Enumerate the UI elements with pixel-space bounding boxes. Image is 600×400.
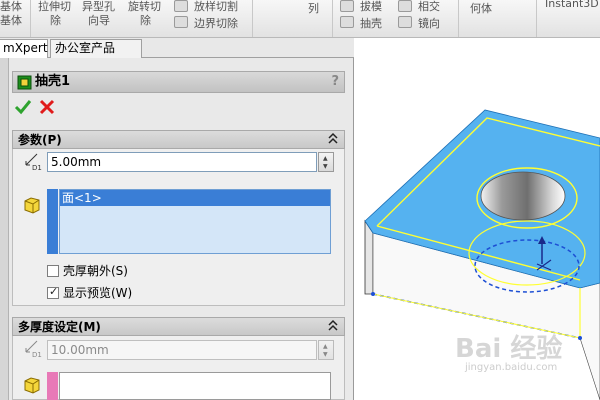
svg-text:D1: D1: [32, 351, 42, 358]
ribbon-toolbar: 基体 基体 拉伸切 除 异型孔 向导 旋转切 除 放样切割 边界切除 列 拔模 …: [0, 0, 600, 38]
parameters-group-body: D1 5.00mm ▲ ▼ 面<1> 壳厚朝外(S) ✓ 显示预览(W): [12, 149, 345, 306]
tab-office-products[interactable]: 办公室产品: [50, 39, 142, 58]
boundary-cut-icon: [174, 16, 188, 28]
draft-icon: [340, 0, 354, 12]
ribbon-instant3d[interactable]: Instant3D: [545, 0, 599, 10]
ribbon-extrude-cut[interactable]: 拉伸切: [38, 0, 71, 13]
ribbon-geometry[interactable]: 何体: [470, 2, 492, 15]
ribbon-extrude-cut-line2[interactable]: 除: [50, 14, 61, 27]
intersect-icon: [398, 0, 412, 12]
shell-outward-label: 壳厚朝外(S): [63, 264, 128, 278]
ribbon-intersect[interactable]: 相交: [418, 0, 440, 13]
multi-thickness-color-bar: [47, 372, 58, 400]
ribbon-hole-wizard[interactable]: 异型孔: [82, 0, 115, 13]
manager-tabs: mXpert 办公室产品: [0, 38, 354, 58]
ribbon-base-2[interactable]: 基体: [0, 14, 22, 27]
hole-cylinder-face: [480, 171, 566, 221]
feature-title: 抽壳1: [35, 74, 71, 89]
ribbon-separator: [30, 0, 31, 37]
ribbon-base[interactable]: 基体: [0, 0, 22, 13]
ribbon-mirror[interactable]: 镜向: [418, 17, 440, 30]
multi-thickness-faces-icon: [24, 377, 40, 394]
ribbon-shell[interactable]: 抽壳: [360, 17, 382, 30]
parameters-group-title: 参数(P): [18, 133, 62, 147]
shell-outward-checkbox[interactable]: [47, 265, 59, 277]
ribbon-revolve-cut-line2[interactable]: 除: [140, 14, 151, 27]
selection-color-bar: [47, 189, 58, 254]
ribbon-loft-cut[interactable]: 放样切割: [194, 0, 238, 13]
svg-text:D1: D1: [32, 164, 42, 171]
ribbon-draft[interactable]: 拔模: [360, 0, 382, 13]
vertex-point: [578, 336, 582, 340]
show-preview-label: 显示预览(W): [63, 286, 133, 300]
parameters-group-header[interactable]: 参数(P): [12, 130, 345, 149]
property-manager: 抽壳1 ? 参数(P) D1 5.00mm ▲ ▼ 面<1> 壳厚朝外(S) ✓…: [0, 58, 354, 400]
multi-thickness-group-body: D1 10.00mm ▲ ▼: [12, 336, 345, 400]
multi-thickness-dimension-icon: D1: [25, 340, 42, 358]
multi-thickness-input[interactable]: 10.00mm: [47, 340, 317, 360]
thickness-input[interactable]: 5.00mm: [47, 152, 317, 172]
tab-camxpert[interactable]: mXpert: [0, 39, 48, 58]
help-icon[interactable]: ?: [331, 74, 339, 89]
feature-header: 抽壳1 ?: [12, 71, 345, 93]
show-preview-checkbox[interactable]: ✓: [47, 285, 59, 299]
multi-thickness-group-header[interactable]: 多厚度设定(M): [12, 317, 345, 336]
left-side-face: [364, 219, 374, 295]
list-item[interactable]: 面<1>: [60, 190, 330, 206]
thickness-spinner[interactable]: ▲ ▼: [318, 152, 334, 172]
collapse-chevron-icon[interactable]: [327, 132, 339, 146]
ok-button[interactable]: [14, 98, 32, 116]
multi-thickness-spinner[interactable]: ▲ ▼: [318, 340, 334, 360]
collapse-chevron-icon[interactable]: [327, 319, 339, 333]
ribbon-separator: [252, 0, 253, 37]
watermark-subtext: jingyan.baidu.com: [465, 362, 558, 373]
watermark-text: Bai 经验: [455, 334, 563, 364]
vertex-point: [371, 292, 375, 296]
faces-to-remove-icon: [24, 197, 40, 214]
cancel-button[interactable]: [38, 98, 56, 116]
ribbon-boundary-cut[interactable]: 边界切除: [194, 17, 238, 30]
thickness-dimension-icon: D1: [25, 153, 42, 171]
shell-icon: [340, 16, 354, 28]
graphics-viewport[interactable]: Bai 经验 jingyan.baidu.com: [355, 38, 600, 400]
multi-thickness-faces-list[interactable]: [59, 372, 331, 400]
panel-gutter: [0, 58, 9, 400]
ribbon-pattern[interactable]: 列: [308, 2, 319, 15]
faces-to-remove-list[interactable]: 面<1>: [59, 189, 331, 254]
multi-thickness-group-title: 多厚度设定(M): [18, 320, 101, 334]
loft-cut-icon: [174, 0, 188, 12]
mirror-icon: [398, 16, 412, 28]
ribbon-hole-wizard-line2[interactable]: 向导: [88, 14, 110, 27]
ribbon-separator: [536, 0, 537, 37]
ribbon-separator: [332, 0, 333, 37]
check-icon: ✓: [49, 285, 59, 298]
shell-feature-icon: [17, 75, 32, 90]
ribbon-separator: [458, 0, 459, 37]
ribbon-revolve-cut[interactable]: 旋转切: [128, 0, 161, 13]
